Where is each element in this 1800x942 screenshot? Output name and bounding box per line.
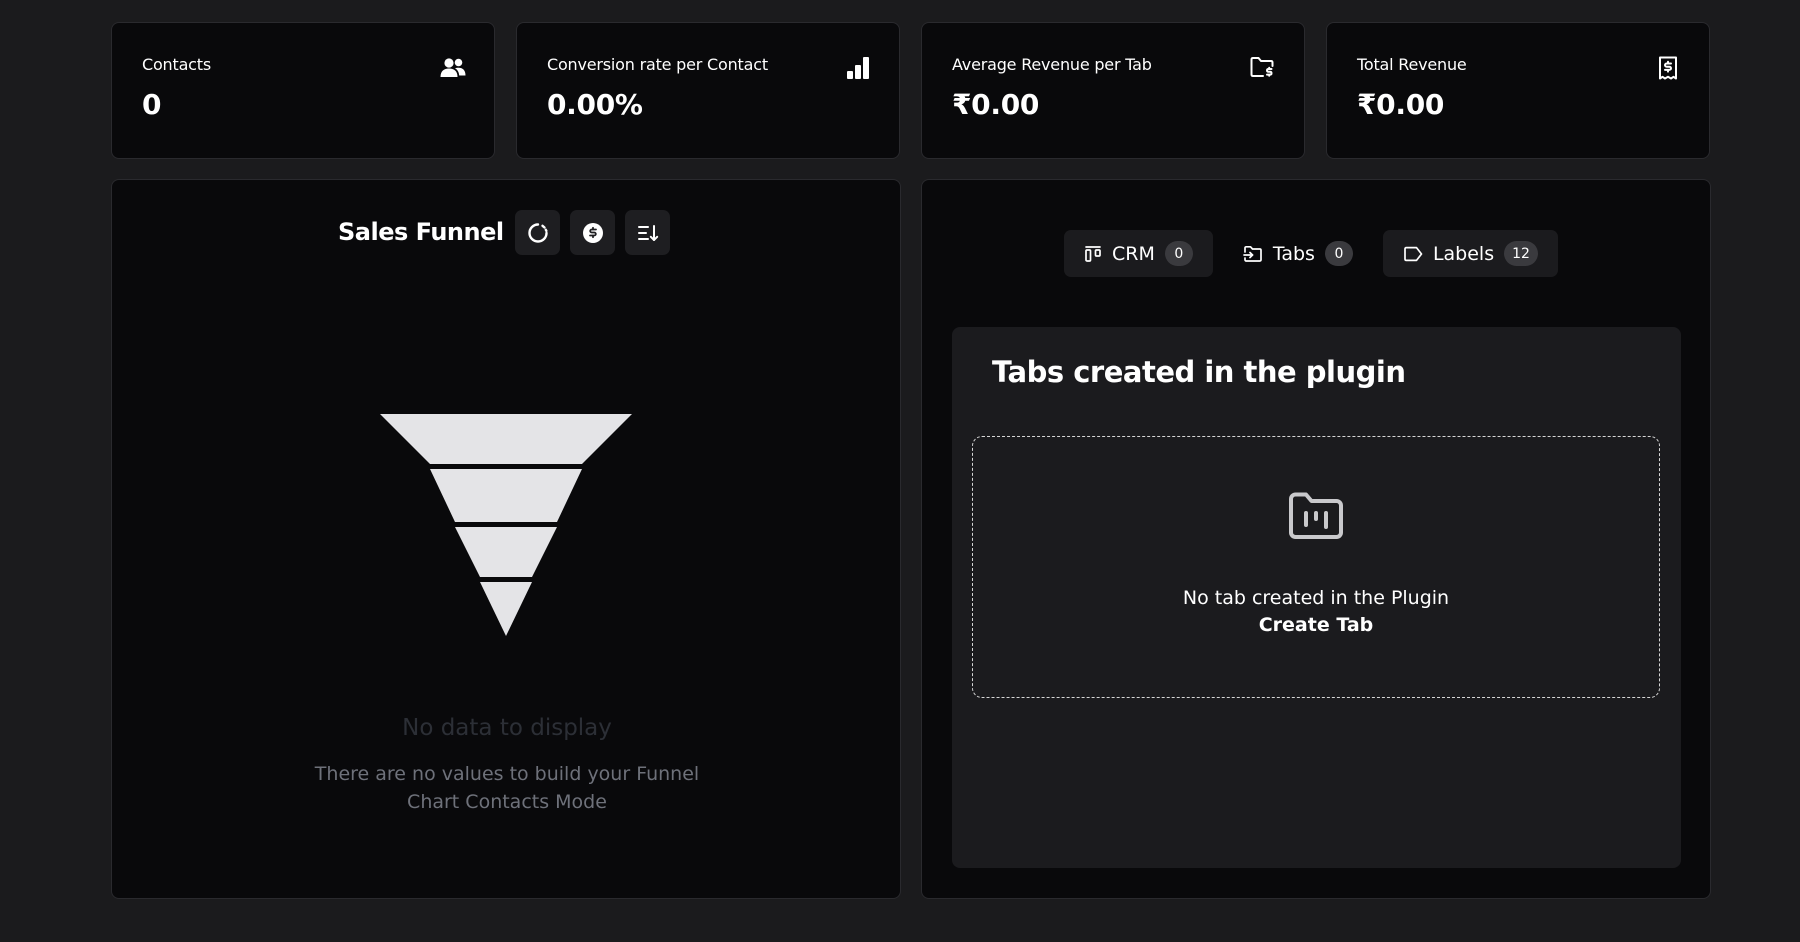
plugin-tabs-title: Tabs created in the plugin <box>992 355 1406 389</box>
stat-label: Total Revenue <box>1357 55 1467 74</box>
create-tab-link[interactable]: Create Tab <box>973 614 1659 636</box>
funnel-toolbar <box>515 210 670 255</box>
folder-kanban-icon <box>1289 492 1343 539</box>
sales-funnel-panel: Sales Funnel No data to display There ar… <box>111 179 901 899</box>
tabs-panel: CRM 0 Tabs 0 Labels 12 Tabs created in t… <box>921 179 1711 899</box>
stat-value: 0 <box>142 88 162 121</box>
folder-input-icon <box>1243 245 1262 262</box>
no-tab-message: No tab created in the Plugin <box>1182 587 1450 609</box>
funnel-empty-description: There are no values to build your Funnel… <box>112 760 902 816</box>
receipt-dollar-icon <box>1655 55 1681 81</box>
tab-crm[interactable]: CRM 0 <box>1064 230 1213 277</box>
stat-value: ₹0.00 <box>1357 88 1445 121</box>
tag-icon <box>1404 246 1423 261</box>
stat-value: 0.00% <box>547 88 643 121</box>
funnel-empty-line: There are no values to build your Funnel <box>314 763 700 785</box>
tab-count-badge: 0 <box>1324 241 1353 266</box>
users-icon <box>440 55 466 81</box>
tab-bar: CRM 0 Tabs 0 Labels 12 <box>1064 230 1558 277</box>
refresh-button[interactable] <box>515 210 560 255</box>
kanban-icon <box>1085 245 1101 262</box>
dollar-circle-icon <box>582 222 603 243</box>
funnel-title: Sales Funnel <box>338 218 504 246</box>
tab-tabs[interactable]: Tabs 0 <box>1223 230 1373 277</box>
funnel-empty-line: Chart Contacts Mode <box>407 791 607 813</box>
sort-icon <box>637 224 658 241</box>
stat-card-conversion: Conversion rate per Contact 0.00% <box>516 22 900 159</box>
funnel-empty-title: No data to display <box>402 715 612 741</box>
create-tab-dropzone[interactable]: No tab created in the Plugin Create Tab <box>972 436 1660 698</box>
stat-card-contacts: Contacts 0 <box>111 22 495 159</box>
sort-button[interactable] <box>625 210 670 255</box>
refresh-icon <box>527 222 548 243</box>
plugin-tabs-card: Tabs created in the plugin No tab create… <box>952 327 1681 868</box>
stat-value: ₹0.00 <box>952 88 1040 121</box>
stats-row: Contacts 0 Conversion rate per Contact 0… <box>111 22 1710 159</box>
funnel-placeholder-icon <box>380 414 632 636</box>
tab-label: Labels <box>1432 242 1495 265</box>
tab-count-badge: 12 <box>1504 241 1538 266</box>
stat-card-avg-revenue: Average Revenue per Tab ₹0.00 <box>921 22 1305 159</box>
tab-label: CRM <box>1112 242 1155 265</box>
revenue-mode-button[interactable] <box>570 210 615 255</box>
tab-count-badge: 0 <box>1164 241 1193 266</box>
bar-chart-icon <box>845 55 871 81</box>
tab-labels[interactable]: Labels 12 <box>1382 230 1558 277</box>
stat-label: Average Revenue per Tab <box>952 55 1152 74</box>
folder-dollar-icon <box>1250 55 1276 81</box>
stat-card-total-revenue: Total Revenue ₹0.00 <box>1326 22 1710 159</box>
stat-label: Conversion rate per Contact <box>547 55 768 74</box>
stat-label: Contacts <box>142 55 211 74</box>
tab-label: Tabs <box>1272 242 1315 265</box>
